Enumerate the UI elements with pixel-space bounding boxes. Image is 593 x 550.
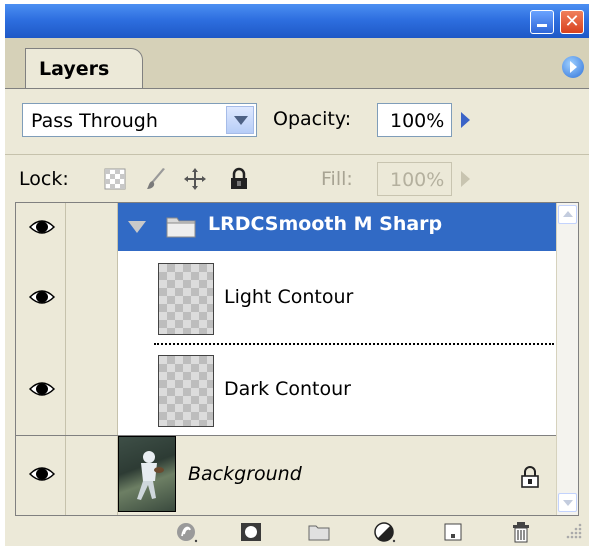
lock-label: Lock: [19, 168, 69, 190]
layer-name-background: Background [188, 463, 302, 485]
new-adjustment-layer-icon[interactable] [373, 521, 397, 543]
scroll-up-button[interactable] [558, 205, 577, 224]
panel-menu-button[interactable] [562, 56, 584, 78]
link-cell[interactable] [66, 251, 158, 343]
new-group-icon[interactable] [307, 521, 331, 543]
layer-name: Light Contour [224, 286, 354, 308]
fill-slider-button[interactable] [453, 162, 479, 196]
resize-grip-icon[interactable] [565, 522, 583, 540]
eye-icon[interactable] [29, 381, 55, 397]
triangle-right-icon [461, 112, 470, 128]
blend-options-row: Pass Through Opacity: 100% [5, 88, 589, 150]
opacity-slider-button[interactable] [453, 103, 479, 137]
expand-triangle-icon[interactable] [128, 221, 146, 233]
add-layer-mask-icon[interactable] [239, 521, 263, 543]
fill-label: Fill: [321, 168, 353, 190]
layer-row-background[interactable]: Background [16, 435, 556, 515]
eye-icon[interactable] [29, 466, 55, 482]
dropdown-arrow-button[interactable] [226, 106, 254, 134]
lock-transparency-icon[interactable] [103, 167, 127, 191]
layer-row[interactable]: Dark Contour [16, 343, 556, 435]
chevron-down-icon [563, 500, 573, 506]
delete-layer-icon[interactable] [509, 521, 533, 543]
background-thumbnail [118, 436, 176, 512]
visibility-cell[interactable] [16, 343, 66, 435]
layer-content[interactable]: Light Contour [118, 251, 556, 343]
blend-mode-value: Pass Through [31, 110, 158, 132]
layers-palette-window: ✕ Layers Pass Through Opacity: 100% Lock… [5, 4, 589, 546]
eye-icon[interactable] [29, 219, 55, 235]
new-layer-icon[interactable] [441, 521, 465, 543]
opacity-value: 100% [390, 110, 445, 132]
visibility-cell[interactable] [16, 251, 66, 343]
scroll-down-button[interactable] [558, 493, 577, 512]
layer-thumbnail [158, 263, 214, 335]
link-layers-icon[interactable] [175, 521, 199, 543]
triangle-right-icon [461, 171, 470, 187]
eye-icon[interactable] [29, 289, 55, 305]
vertical-scrollbar[interactable] [556, 203, 578, 515]
layer-divider [154, 343, 554, 345]
visibility-cell[interactable] [16, 203, 66, 251]
layer-content[interactable]: Dark Contour [118, 343, 556, 435]
chevron-down-icon [234, 116, 248, 125]
layer-group-row[interactable]: LRDCSmooth M Sharp [16, 203, 556, 251]
blend-mode-dropdown[interactable]: Pass Through [22, 103, 257, 137]
folder-icon [166, 217, 196, 238]
link-cell[interactable] [66, 203, 158, 251]
fill-value: 100% [390, 169, 445, 191]
lock-all-icon[interactable] [227, 167, 251, 191]
opacity-field[interactable]: 100% [377, 103, 452, 137]
panel-menu-arrow-icon [570, 61, 577, 73]
tab-layers[interactable]: Layers [25, 48, 143, 88]
tab-layers-label: Layers [39, 58, 110, 80]
close-button[interactable]: ✕ [560, 10, 584, 34]
minimize-icon [537, 24, 547, 27]
lock-position-icon[interactable] [183, 167, 207, 191]
close-icon: ✕ [564, 11, 580, 32]
title-bar[interactable]: ✕ [5, 4, 589, 38]
layer-row[interactable]: Light Contour [16, 251, 556, 343]
minimize-button[interactable] [530, 10, 554, 34]
lock-row: Lock: Fill: 100% [5, 154, 589, 203]
visibility-cell[interactable] [16, 436, 66, 515]
layer-thumbnail [158, 355, 214, 427]
bottom-toolbar [5, 516, 589, 546]
link-cell[interactable] [66, 436, 158, 515]
layer-group-name: LRDCSmooth M Sharp [208, 213, 443, 235]
link-cell[interactable] [66, 343, 158, 435]
layer-group-content[interactable]: LRDCSmooth M Sharp [118, 203, 556, 251]
chevron-up-icon [563, 211, 573, 217]
layers-list: LRDCSmooth M Sharp Light Contour Dark Co… [15, 202, 579, 516]
lock-image-pixels-icon[interactable] [145, 167, 169, 191]
layer-name: Dark Contour [224, 378, 351, 400]
layer-content[interactable]: Background [118, 436, 556, 515]
fill-field[interactable]: 100% [377, 162, 452, 196]
layer-lock-icon [521, 466, 539, 488]
opacity-label: Opacity: [273, 108, 352, 130]
football-player-image [137, 451, 164, 500]
